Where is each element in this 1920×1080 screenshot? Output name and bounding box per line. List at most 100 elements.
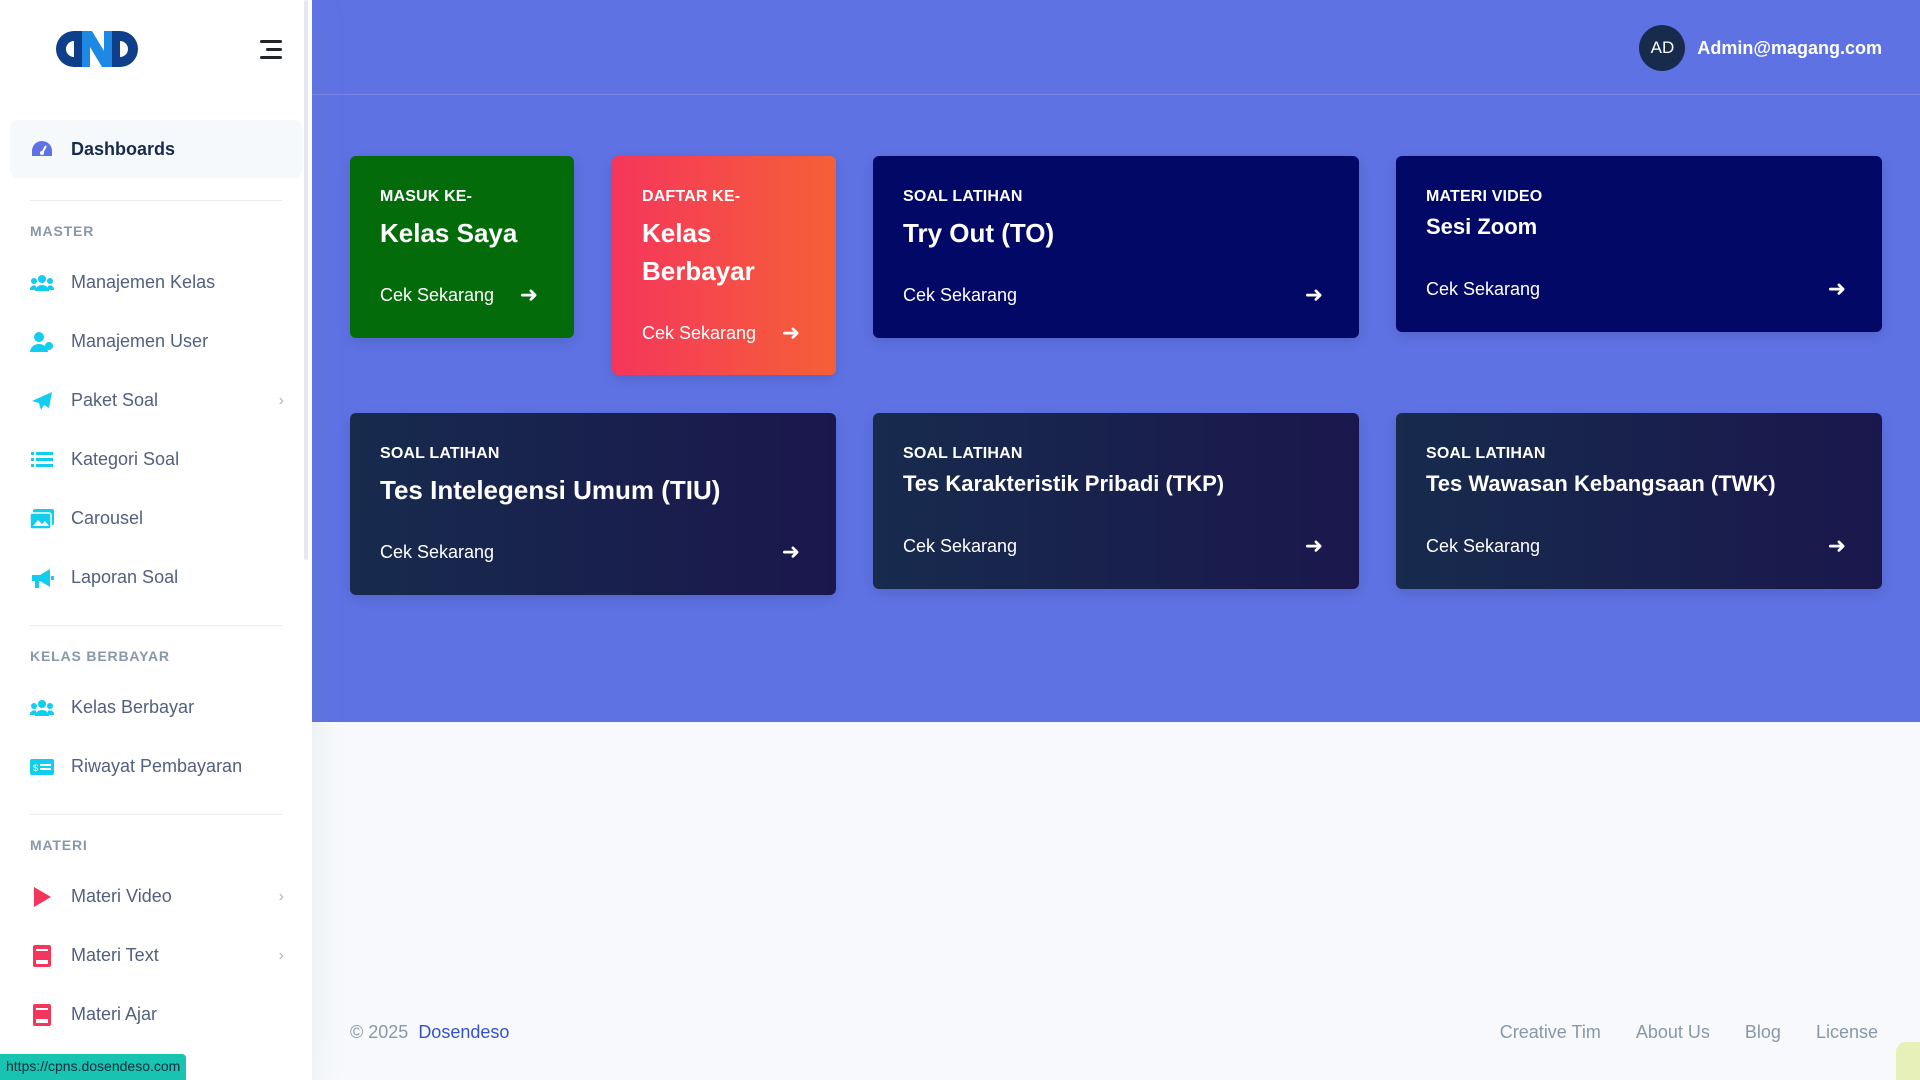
sidebar-item-materi-video[interactable]: Materi Video › <box>10 867 302 926</box>
card-cta[interactable]: Cek Sekarang <box>642 323 756 344</box>
sidebar-item-label: Materi Ajar <box>71 1004 158 1024</box>
sidebar-item-label: Riwayat Pembayaran <box>71 756 243 776</box>
sidebar-item-laporan-soal[interactable]: Laporan Soal <box>10 548 302 607</box>
sidebar-heading-kelas-berbayar: KELAS BERBAYAR <box>30 648 170 664</box>
card-title: Tes Wawasan Kebangsaan (TWK) <box>1426 471 1776 496</box>
card-try-out[interactable]: SOAL LATIHAN Try Out (TO) Cek Sekarang ➜ <box>873 156 1359 338</box>
sidebar-item-dashboards[interactable]: Dashboards <box>10 120 302 178</box>
card-cta[interactable]: Cek Sekarang <box>903 536 1017 557</box>
card-pretitle: SOAL LATIHAN <box>380 445 500 462</box>
card-footer: Cek Sekarang ➜ <box>903 533 1323 559</box>
sidebar-item-materi-text[interactable]: Materi Text › <box>10 926 302 985</box>
footer-links: Creative Tim About Us Blog License <box>1470 1022 1878 1043</box>
corner-widget[interactable] <box>1896 1042 1920 1080</box>
sidebar-item-kelas-berbayar[interactable]: Kelas Berbayar <box>10 678 302 737</box>
avatar: AD <box>1639 25 1686 71</box>
user-manage-icon <box>30 331 54 353</box>
list-icon <box>30 449 54 471</box>
sidebar-item-label: Materi Video <box>71 886 172 906</box>
money-bill-icon: $ <box>30 756 54 778</box>
card-cta[interactable]: Cek Sekarang <box>903 285 1017 306</box>
card-footer: Cek Sekarang ➜ <box>642 320 800 346</box>
footer-link-creative-tim[interactable]: Creative Tim <box>1500 1022 1601 1042</box>
sidebar-item-materi-ajar[interactable]: Materi Ajar <box>10 985 302 1044</box>
card-cta[interactable]: Cek Sekarang <box>380 542 494 563</box>
card-kelas-berbayar[interactable]: DAFTAR KE- Kelas Berbayar Cek Sekarang ➜ <box>612 156 836 375</box>
sidebar-heading-master: MASTER <box>30 223 95 239</box>
chevron-right-icon: › <box>278 946 284 964</box>
card-title: Kelas Saya <box>380 218 518 248</box>
sidebar-item-label: Manajemen Kelas <box>71 272 216 292</box>
sidebar-item-manajemen-kelas[interactable]: Manajemen Kelas <box>10 253 302 312</box>
sidebar-item-label: Laporan Soal <box>71 567 179 587</box>
sidenav-toggle-button[interactable] <box>258 39 282 59</box>
card-pretitle: DAFTAR KE- <box>642 188 741 205</box>
arrow-right-icon: ➜ <box>1304 533 1323 558</box>
card-tkp[interactable]: SOAL LATIHAN Tes Karakteristik Pribadi (… <box>873 413 1359 589</box>
card-tiu[interactable]: SOAL LATIHAN Tes Intelegensi Umum (TIU) … <box>350 413 836 595</box>
sidebar-item-label: Kategori Soal <box>71 449 180 469</box>
card-title-line: Kelas <box>642 218 712 248</box>
card-footer: Cek Sekarang ➜ <box>380 539 800 565</box>
copyright-text: © 2025 <box>350 1022 409 1042</box>
dnd-logo-icon <box>56 31 138 67</box>
card-twk[interactable]: SOAL LATIHAN Tes Wawasan Kebangsaan (TWK… <box>1396 413 1882 589</box>
footer-link-license[interactable]: License <box>1816 1022 1878 1042</box>
sidebar-item-label: Dashboards <box>71 138 176 159</box>
card-title: Kelas Berbayar <box>642 214 806 290</box>
card-footer: Cek Sekarang ➜ <box>903 282 1323 308</box>
footer-brand-link[interactable]: Dosendeso <box>418 1022 509 1042</box>
sidebar: Dashboards MASTER Manajemen Kelas Manaje… <box>0 0 312 1080</box>
svg-text:$: $ <box>33 763 38 773</box>
card-kelas-saya[interactable]: MASUK KE- Kelas Saya Cek Sekarang ➜ <box>350 156 574 338</box>
card-cta[interactable]: Cek Sekarang <box>1426 536 1540 557</box>
card-title-line: Berbayar <box>642 256 755 286</box>
megaphone-icon <box>30 567 54 589</box>
footer-link-about-us[interactable]: About Us <box>1636 1022 1710 1042</box>
user-menu[interactable]: AD Admin@magang.com <box>1639 25 1882 71</box>
images-icon <box>30 508 54 530</box>
card-footer: Cek Sekarang ➜ <box>1426 533 1846 559</box>
hamburger-line <box>266 47 282 51</box>
arrow-right-icon: ➜ <box>1304 282 1323 307</box>
book-icon <box>30 1003 54 1026</box>
sidebar-item-riwayat-pembayaran[interactable]: $ Riwayat Pembayaran <box>10 737 302 796</box>
card-cta[interactable]: Cek Sekarang <box>380 285 494 306</box>
card-footer: Cek Sekarang ➜ <box>380 282 538 308</box>
card-pretitle: SOAL LATIHAN <box>903 188 1023 205</box>
dashboard-gauge-icon <box>30 138 54 160</box>
card-footer: Cek Sekarang ➜ <box>1426 276 1846 302</box>
sidebar-heading-materi: MATERI <box>30 837 88 853</box>
users-group-icon <box>30 272 54 294</box>
topbar: AD Admin@magang.com <box>312 0 1920 95</box>
card-pretitle: MATERI VIDEO <box>1426 188 1543 205</box>
card-title: Sesi Zoom <box>1426 214 1538 239</box>
card-pretitle: SOAL LATIHAN <box>903 445 1023 462</box>
page-footer: © 2025 Dosendeso Creative Tim About Us Bl… <box>350 1022 1878 1043</box>
sidebar-item-carousel[interactable]: Carousel <box>10 489 302 548</box>
sidebar-item-paket-soal[interactable]: Paket Soal › <box>10 371 302 430</box>
card-sesi-zoom[interactable]: MATERI VIDEO Sesi Zoom Cek Sekarang ➜ <box>1396 156 1882 332</box>
arrow-right-icon: ➜ <box>781 320 800 345</box>
footer-link-blog[interactable]: Blog <box>1745 1022 1781 1042</box>
card-cta[interactable]: Cek Sekarang <box>1426 279 1540 300</box>
hamburger-line <box>260 55 282 59</box>
card-title: Tes Intelegensi Umum (TIU) <box>380 475 721 505</box>
sidebar-item-manajemen-user[interactable]: Manajemen User <box>10 312 302 371</box>
arrow-right-icon: ➜ <box>519 282 538 307</box>
sidebar-item-label: Materi Text <box>71 945 159 965</box>
status-bar-url: https://cpns.dosendeso.com <box>0 1054 187 1080</box>
brand-logo[interactable] <box>52 26 142 72</box>
sidebar-nav: Dashboards MASTER Manajemen Kelas Manaje… <box>0 98 312 1044</box>
sidebar-scrollbar[interactable] <box>304 0 308 560</box>
hamburger-line <box>260 39 282 43</box>
card-title: Try Out (TO) <box>903 218 1055 248</box>
main-content: AD Admin@magang.com MASUK KE- Kelas Saya… <box>312 0 1920 1080</box>
sidebar-item-label: Carousel <box>71 508 144 528</box>
sidebar-item-kategori-soal[interactable]: Kategori Soal <box>10 430 302 489</box>
header-hero: AD Admin@magang.com MASUK KE- Kelas Saya… <box>312 0 1920 722</box>
card-pretitle: MASUK KE- <box>380 188 473 205</box>
paper-plane-icon <box>30 390 54 412</box>
